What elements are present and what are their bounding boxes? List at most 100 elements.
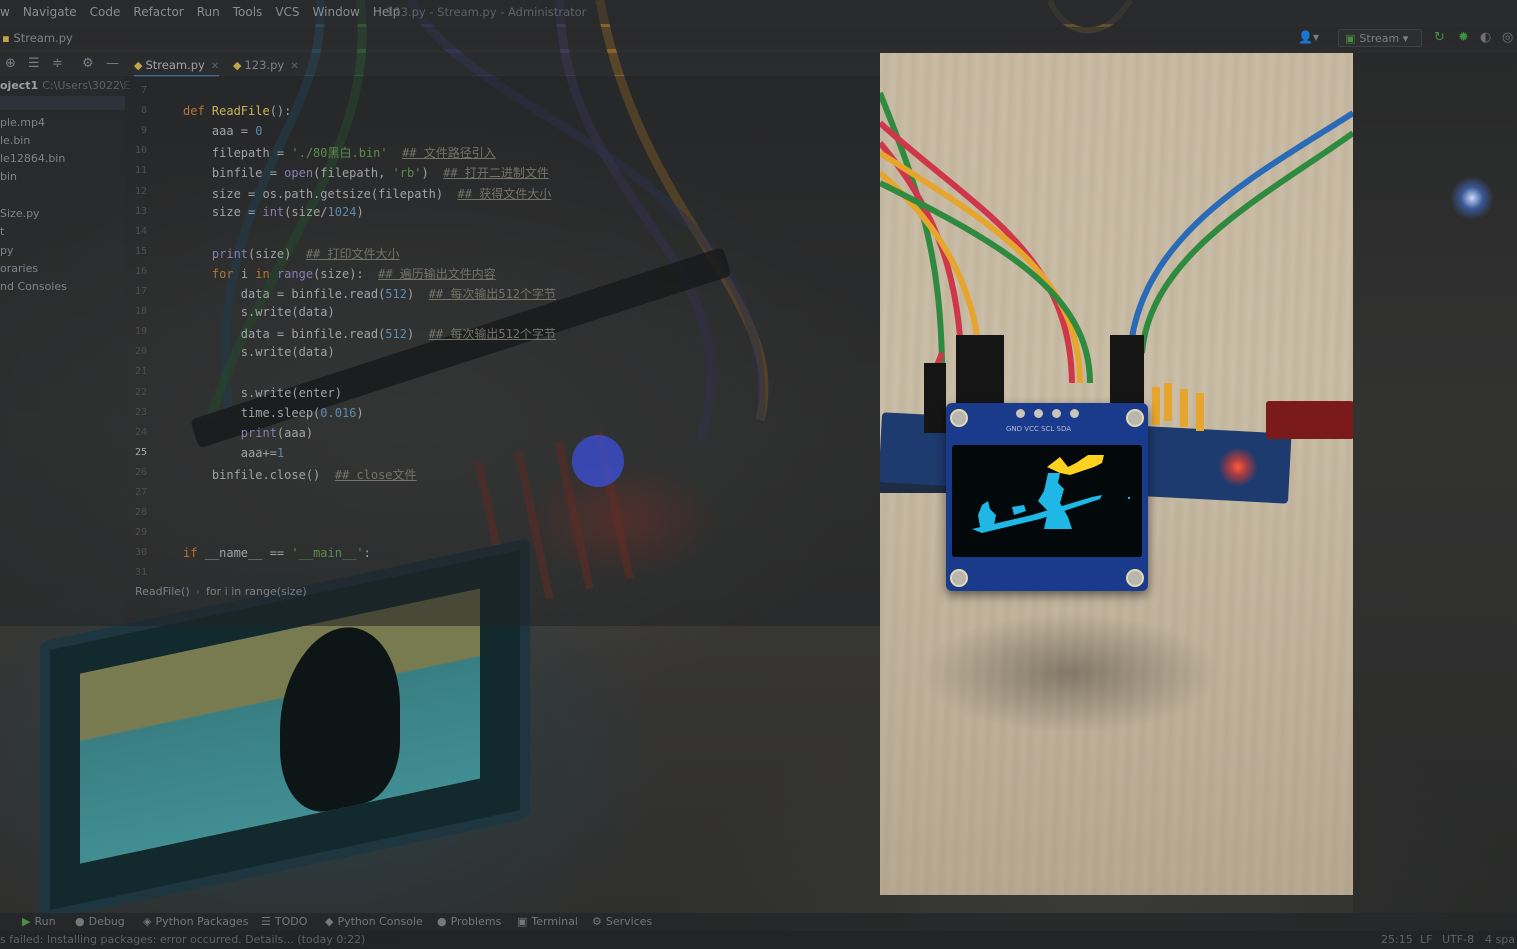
gear-icon[interactable]: ⚙ xyxy=(82,56,94,71)
right-dim-area xyxy=(1353,53,1517,913)
tool-problems[interactable]: ● Problems xyxy=(437,915,501,928)
close-icon[interactable]: ✕ xyxy=(211,61,219,72)
tool-terminal[interactable]: ▣ Terminal xyxy=(517,915,578,928)
line-number[interactable]: 26 xyxy=(125,467,147,478)
line-number[interactable]: 31 xyxy=(125,567,147,578)
code-line[interactable]: binfile.close() ## close文件 xyxy=(183,466,417,483)
code-line[interactable]: if __name__ == '__main__': xyxy=(183,546,371,560)
line-number[interactable]: 7 xyxy=(125,85,147,96)
line-number[interactable]: 11 xyxy=(125,165,147,176)
line-number[interactable]: 15 xyxy=(125,246,147,257)
line-number[interactable]: 27 xyxy=(125,487,147,498)
editor-crumb-function[interactable]: ReadFile() xyxy=(135,585,190,598)
line-number[interactable]: 19 xyxy=(125,326,147,337)
code-line[interactable]: data = binfile.read(512) ## 每次输出512个字节 xyxy=(183,325,556,342)
debug-icon[interactable]: ✹ xyxy=(1458,30,1469,45)
status-line-separator[interactable]: LF xyxy=(1420,933,1432,946)
tree-item-t[interactable]: t xyxy=(0,225,4,238)
line-number[interactable]: 28 xyxy=(125,507,147,518)
tree-item-mp4[interactable]: ple.mp4 xyxy=(0,116,45,129)
line-number[interactable]: 22 xyxy=(125,387,147,398)
code-line[interactable]: print(size) ## 打印文件大小 xyxy=(183,245,400,262)
line-number[interactable]: 17 xyxy=(125,286,147,297)
menu-item-window[interactable]: Window xyxy=(313,5,360,19)
collapse-all-icon[interactable]: ≑ xyxy=(52,56,63,71)
code-line[interactable]: size = os.path.getsize(filepath) ## 获得文件… xyxy=(183,185,551,202)
line-number[interactable]: 13 xyxy=(125,206,147,217)
tree-item-py[interactable]: py xyxy=(0,244,14,257)
menu-item-run[interactable]: Run xyxy=(197,5,220,19)
tree-item-bin[interactable]: le.bin xyxy=(0,134,30,147)
code-line[interactable]: data = binfile.read(512) ## 每次输出512个字节 xyxy=(183,285,556,302)
tab-stream-py[interactable]: ◆ Stream.py ✕ xyxy=(134,55,220,77)
close-icon[interactable]: ✕ xyxy=(290,61,298,72)
tool-run[interactable]: ▶ Run xyxy=(22,915,56,928)
tree-item-scratches-consoles[interactable]: nd Consoles xyxy=(0,280,67,293)
expand-all-icon[interactable]: ☰ xyxy=(28,56,40,71)
tree-item-bin-2[interactable]: bin xyxy=(0,170,17,183)
menu-item-tools[interactable]: Tools xyxy=(233,5,263,19)
code-token: i xyxy=(240,266,256,281)
line-number[interactable]: 12 xyxy=(125,186,147,197)
code-line[interactable]: size = int(size/1024) xyxy=(183,205,364,219)
navbar-breadcrumb[interactable]: ▪ Stream.py xyxy=(2,31,73,45)
line-number[interactable]: 23 xyxy=(125,407,147,418)
code-line[interactable]: s.write(data) xyxy=(183,305,335,319)
tool-services[interactable]: ⚙ Services xyxy=(592,915,652,928)
tab-123-py[interactable]: ◆ 123.py ✕ xyxy=(233,55,299,75)
line-number[interactable]: 25 xyxy=(125,447,147,458)
code-editor[interactable]: 7 8 9 10 11 12 13 14 15 16 17 18 19 20 21 22 23 24 25 26 27 2… xyxy=(125,76,880,626)
line-number[interactable]: 16 xyxy=(125,266,147,277)
code-line[interactable]: binfile = open(filepath, 'rb') ## 打开二进制文… xyxy=(183,164,549,181)
profile-icon[interactable]: ◎ xyxy=(1502,30,1513,45)
menu-item-navigate[interactable]: Navigate xyxy=(23,5,77,19)
code-line[interactable]: s.write(data) xyxy=(183,345,335,359)
status-indent[interactable]: 4 spa xyxy=(1485,933,1515,946)
tree-item-bin-12864[interactable]: le12864.bin xyxy=(0,152,65,165)
code-line[interactable]: aaa+=1 xyxy=(183,446,284,460)
tool-todo[interactable]: ☰ TODO xyxy=(261,915,307,928)
tree-item-size-py[interactable]: Size.py xyxy=(0,207,40,220)
code-line[interactable]: print(aaa) xyxy=(183,426,313,440)
coverage-icon[interactable]: ◐ xyxy=(1480,30,1491,45)
line-number[interactable]: 14 xyxy=(125,226,147,237)
code-line[interactable]: for i in range(size): ## 遍历输出文件内容 xyxy=(183,265,496,282)
status-encoding[interactable]: UTF-8 xyxy=(1442,933,1474,946)
tool-python-packages[interactable]: ◈ Python Packages xyxy=(143,915,248,928)
tool-debug[interactable]: ● Debug xyxy=(75,915,125,928)
menu-item-refactor[interactable]: Refactor xyxy=(133,5,183,19)
python-file-icon: ◆ xyxy=(134,59,143,72)
line-number[interactable]: 30 xyxy=(125,547,147,558)
user-icon[interactable]: 👤▾ xyxy=(1298,30,1319,44)
editor-crumb-loop[interactable]: for i in range(size) xyxy=(206,585,307,598)
run-configuration-select[interactable]: ▣ Stream ▾ xyxy=(1338,29,1422,47)
crosshair-icon[interactable]: ⊕ xyxy=(5,56,16,71)
menu-item-vcs[interactable]: VCS xyxy=(275,5,299,19)
status-caret-position[interactable]: 25:15 xyxy=(1381,933,1413,946)
mounting-hole xyxy=(950,569,968,587)
minimize-icon[interactable]: — xyxy=(106,56,119,71)
tool-python-console[interactable]: ◆ Python Console xyxy=(325,915,423,928)
menu-item-window-partial[interactable]: w xyxy=(0,5,10,19)
code-line[interactable]: aaa = 0 xyxy=(183,124,263,138)
line-number[interactable]: 21 xyxy=(125,366,147,377)
line-number[interactable]: 18 xyxy=(125,306,147,317)
code-line[interactable]: def ReadFile(): xyxy=(183,104,291,118)
project-root[interactable]: oject1 C:\Users\3022\E xyxy=(0,79,131,92)
rerun-icon[interactable]: ↻ xyxy=(1434,30,1445,45)
tree-item-external-libraries[interactable]: oraries xyxy=(0,262,38,275)
line-number[interactable]: 29 xyxy=(125,527,147,538)
line-number[interactable]: 8 xyxy=(125,105,147,116)
line-number[interactable]: 24 xyxy=(125,427,147,438)
code-line[interactable] xyxy=(183,84,241,98)
menu-item-code[interactable]: Code xyxy=(90,5,121,19)
code-line[interactable]: time.sleep(0.016) xyxy=(183,406,364,420)
project-toolbar: ⊕ ☰ ≑ ⚙ — ◆ Stream.py ✕ ◆ 123.py ✕ xyxy=(0,53,880,77)
code-line[interactable]: s.write(enter) xyxy=(183,386,342,400)
code-line[interactable]: filepath = './80黑白.bin' ## 文件路径引入 xyxy=(183,144,496,161)
line-number[interactable]: 10 xyxy=(125,145,147,156)
code-token: (aaa) xyxy=(276,425,314,440)
line-number[interactable]: 20 xyxy=(125,346,147,357)
status-message[interactable]: s failed: Installing packages: error occ… xyxy=(0,933,365,946)
line-number[interactable]: 9 xyxy=(125,125,147,136)
